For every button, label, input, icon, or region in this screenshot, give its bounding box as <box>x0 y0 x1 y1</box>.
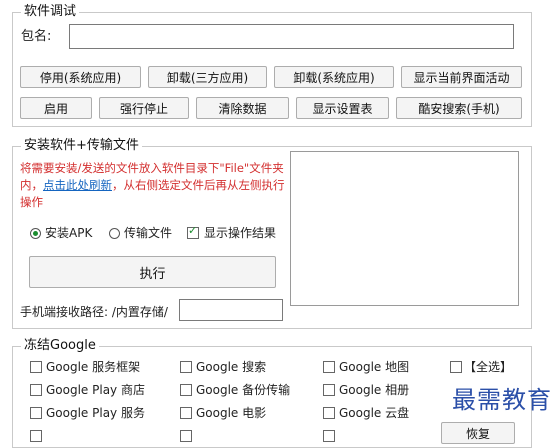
watermark-logo: 最需教育 <box>452 386 552 414</box>
google-photos-checkbox[interactable] <box>323 384 335 396</box>
transfer-file-radio[interactable] <box>109 228 120 239</box>
row4-col3-checkbox[interactable] <box>323 430 335 442</box>
uninstall-third-party-button[interactable]: 卸载(三方应用) <box>148 66 267 88</box>
coolapk-search-button[interactable]: 酷安搜索(手机) <box>396 97 522 119</box>
google-movies-label: Google 电影 <box>196 406 267 420</box>
play-store-label: Google Play 商店 <box>46 383 145 397</box>
google-maps-label: Google 地图 <box>339 360 410 374</box>
play-services-checkbox[interactable] <box>30 407 42 419</box>
select-all-label: 【全选】 <box>464 360 513 374</box>
google-backup-checkbox[interactable] <box>180 384 192 396</box>
google-drive-label: Google 云盘 <box>339 406 410 420</box>
execute-button[interactable]: 执行 <box>29 256 276 288</box>
force-stop-button[interactable]: 强行停止 <box>99 97 189 119</box>
receive-path-input[interactable] <box>179 299 283 321</box>
disable-system-app-button[interactable]: 停用(系统应用) <box>20 66 141 88</box>
receive-path-label: 手机端接收路径: /内置存储/ <box>20 305 168 319</box>
play-store-checkbox[interactable] <box>30 384 42 396</box>
debug-group-title: 软件调试 <box>21 4 80 20</box>
row4-col1-checkbox[interactable] <box>30 430 42 442</box>
google-maps-checkbox[interactable] <box>323 361 335 373</box>
freeze-group-title: 冻结Google <box>21 338 99 354</box>
package-name-input[interactable] <box>69 24 514 49</box>
google-movies-checkbox[interactable] <box>180 407 192 419</box>
show-current-activity-button[interactable]: 显示当前界面活动 <box>401 66 522 88</box>
show-result-label: 显示操作结果 <box>204 226 277 240</box>
refresh-link[interactable]: 点击此处刷新 <box>43 178 112 192</box>
uninstall-system-app-button[interactable]: 卸载(系统应用) <box>274 66 394 88</box>
google-search-checkbox[interactable] <box>180 361 192 373</box>
play-services-label: Google Play 服务 <box>46 406 145 420</box>
install-instructions: 将需要安装/发送的文件放入软件目录下"File"文件夹内，点击此处刷新，从右侧选… <box>20 160 288 211</box>
gsf-label: Google 服务框架 <box>46 360 141 374</box>
file-list-box[interactable] <box>290 151 519 306</box>
select-all-checkbox[interactable] <box>450 361 462 373</box>
gsf-checkbox[interactable] <box>30 361 42 373</box>
install-apk-label: 安装APK <box>45 226 93 240</box>
google-drive-checkbox[interactable] <box>323 407 335 419</box>
transfer-file-label: 传输文件 <box>124 226 173 240</box>
show-settings-table-button[interactable]: 显示设置表 <box>296 97 389 119</box>
restore-button[interactable]: 恢复 <box>441 422 515 444</box>
google-photos-label: Google 相册 <box>339 383 410 397</box>
install-apk-radio[interactable] <box>30 228 41 239</box>
package-label: 包名: <box>21 29 52 44</box>
clear-data-button[interactable]: 清除数据 <box>196 97 289 119</box>
google-search-label: Google 搜索 <box>196 360 267 374</box>
google-backup-label: Google 备份传输 <box>196 383 291 397</box>
show-result-checkbox[interactable] <box>187 224 199 239</box>
enable-button[interactable]: 启用 <box>20 97 92 119</box>
install-group-title: 安装软件+传输文件 <box>21 138 142 154</box>
row4-col2-checkbox[interactable] <box>180 430 192 442</box>
